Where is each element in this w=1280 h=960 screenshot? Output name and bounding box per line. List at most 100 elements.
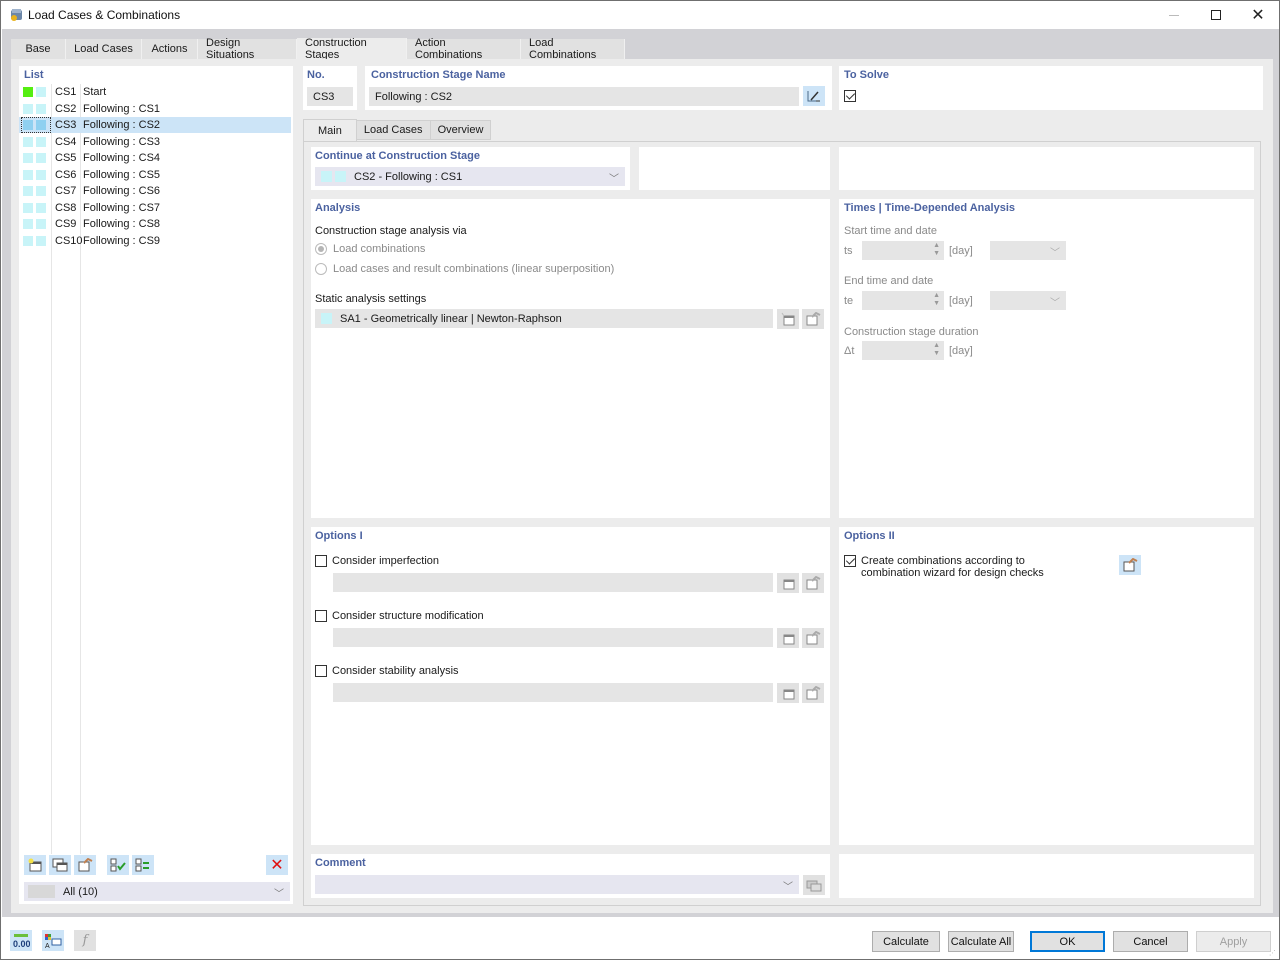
- import-stage-button[interactable]: [74, 855, 96, 875]
- stability-analysis-select[interactable]: [333, 683, 773, 702]
- list-item[interactable]: CS10 Following : CS9: [19, 233, 291, 249]
- list-item[interactable]: CS6 Following : CS5: [19, 167, 291, 183]
- new-stability-analysis-button[interactable]: [777, 683, 799, 703]
- minimize-button[interactable]: [1153, 1, 1195, 29]
- toggle-check-icon: [135, 858, 149, 872]
- units-decimal-button[interactable]: 0.00: [10, 930, 32, 951]
- copy-stage-button[interactable]: [49, 855, 71, 875]
- list-item[interactable]: CS7 Following : CS6: [19, 183, 291, 199]
- delete-stage-button[interactable]: ✕: [266, 855, 288, 875]
- list-item[interactable]: CS1 Start: [19, 84, 291, 100]
- edit-structure-modification-button[interactable]: [802, 628, 824, 648]
- subtab-label: Load Cases: [363, 124, 423, 136]
- checkbox-label: Create combinations according to: [861, 555, 1025, 567]
- list-filter-select[interactable]: All (10) ﹀: [24, 882, 290, 901]
- start-time-input[interactable]: ▲ ▼: [862, 241, 944, 260]
- end-symbol: te: [844, 295, 854, 307]
- tab-load-cases[interactable]: Load Cases: [66, 39, 142, 59]
- end-date-select[interactable]: ﹀: [990, 291, 1066, 310]
- structure-modification-checkbox[interactable]: [315, 610, 327, 622]
- edit-name-button[interactable]: [803, 86, 825, 106]
- color-swatch: [23, 219, 33, 229]
- close-icon: ✕: [1251, 7, 1265, 24]
- resize-grip-icon[interactable]: ⋰: [1269, 949, 1276, 957]
- list-item[interactable]: CS8 Following : CS7: [19, 200, 291, 216]
- new-static-analysis-button[interactable]: [777, 309, 799, 329]
- comment-library-button[interactable]: [803, 875, 825, 895]
- new-item-icon: [783, 689, 795, 700]
- tab-load-combinations[interactable]: Load Combinations: [521, 37, 625, 61]
- color-swatch: [36, 103, 46, 114]
- color-swatch: [36, 186, 46, 196]
- minimize-icon: [1169, 14, 1179, 16]
- duration-input[interactable]: ▲ ▼: [862, 341, 944, 360]
- unit-label: [day]: [949, 345, 973, 357]
- svg-text:0.00: 0.00: [13, 939, 30, 949]
- static-analysis-select[interactable]: SA1 - Geometrically linear | Newton-Raph…: [315, 309, 773, 328]
- focus-rect: [21, 117, 51, 133]
- stability-analysis-checkbox[interactable]: [315, 665, 327, 677]
- check-all-button[interactable]: [107, 855, 129, 875]
- tab-design-situations[interactable]: Design Situations: [198, 37, 297, 61]
- subtab-main[interactable]: Main: [303, 119, 357, 141]
- structure-modification-select[interactable]: [333, 628, 773, 647]
- comment-panel: Comment ﹀: [311, 854, 830, 898]
- empty-panel: [839, 854, 1254, 898]
- toggle-check-button[interactable]: [132, 855, 154, 875]
- continue-at-title: Continue at Construction Stage: [315, 150, 480, 162]
- chevron-down-icon: ﹀: [1050, 248, 1060, 259]
- radio-linear-superposition[interactable]: [315, 263, 327, 275]
- list-item[interactable]: CS2 Following : CS1: [19, 101, 291, 117]
- formula-icon: f: [82, 933, 88, 948]
- formula-button[interactable]: f: [74, 930, 96, 951]
- list-item[interactable]: CS5 Following : CS4: [19, 150, 291, 166]
- comment-input[interactable]: ﹀: [315, 875, 799, 894]
- new-structure-modification-button[interactable]: [777, 628, 799, 648]
- to-solve-checkbox[interactable]: [844, 90, 856, 102]
- new-imperfection-button[interactable]: [777, 573, 799, 593]
- number-label: No.: [307, 69, 325, 81]
- combination-wizard-checkbox[interactable]: [844, 555, 856, 567]
- cancel-button[interactable]: Cancel: [1113, 931, 1188, 952]
- to-solve-panel: To Solve: [839, 66, 1263, 110]
- subtab-load-cases[interactable]: Load Cases: [356, 120, 431, 140]
- title-bar: Load Cases & Combinations ✕: [1, 1, 1279, 29]
- dialog-window: Load Cases & Combinations ✕ Base Load Ca…: [0, 0, 1280, 960]
- tab-action-combinations[interactable]: Action Combinations: [407, 37, 521, 61]
- apply-button[interactable]: Apply: [1196, 931, 1271, 952]
- list-item[interactable]: CS4 Following : CS3: [19, 134, 291, 150]
- display-properties-button[interactable]: A: [42, 930, 64, 951]
- checkbox-label-line2: combination wizard for design checks: [861, 567, 1044, 579]
- imperfection-checkbox[interactable]: [315, 555, 327, 567]
- number-panel: No. CS3: [303, 66, 357, 110]
- filter-swatch: [28, 885, 55, 898]
- stage-name-input[interactable]: Following : CS2: [369, 87, 799, 106]
- stage-name-label: Construction Stage Name: [371, 69, 506, 81]
- radio-load-combinations[interactable]: [315, 243, 327, 255]
- edit-static-analysis-button[interactable]: [802, 309, 824, 329]
- new-stage-button[interactable]: [24, 855, 46, 875]
- edit-imperfection-button[interactable]: [802, 573, 824, 593]
- maximize-button[interactable]: [1195, 1, 1237, 29]
- calculate-all-button[interactable]: Calculate All: [948, 931, 1014, 952]
- end-time-input[interactable]: ▲ ▼: [862, 291, 944, 310]
- tab-actions[interactable]: Actions: [142, 39, 198, 59]
- tab-construction-stages[interactable]: Construction Stages: [297, 37, 407, 61]
- list-item[interactable]: CS3 Following : CS2: [19, 117, 291, 133]
- stage-number: CS7: [55, 185, 77, 197]
- end-time-label: End time and date: [844, 275, 934, 287]
- continue-at-select[interactable]: CS2 - Following : CS1 ﹀: [315, 167, 625, 186]
- list-item[interactable]: CS9 Following : CS8: [19, 216, 291, 232]
- subtab-overview[interactable]: Overview: [430, 120, 492, 140]
- start-date-select[interactable]: ﹀: [990, 241, 1066, 260]
- edit-combination-wizard-button[interactable]: [1119, 555, 1141, 575]
- close-button[interactable]: ✕: [1237, 1, 1279, 29]
- imperfection-select[interactable]: [333, 573, 773, 592]
- tab-base[interactable]: Base: [11, 39, 66, 59]
- edit-stability-analysis-button[interactable]: [802, 683, 824, 703]
- ok-button[interactable]: OK: [1030, 931, 1105, 952]
- calculate-button[interactable]: Calculate: [872, 931, 940, 952]
- stage-number: CS9: [55, 218, 77, 230]
- number-field: CS3: [307, 87, 353, 106]
- stage-number: CS4: [55, 135, 77, 148]
